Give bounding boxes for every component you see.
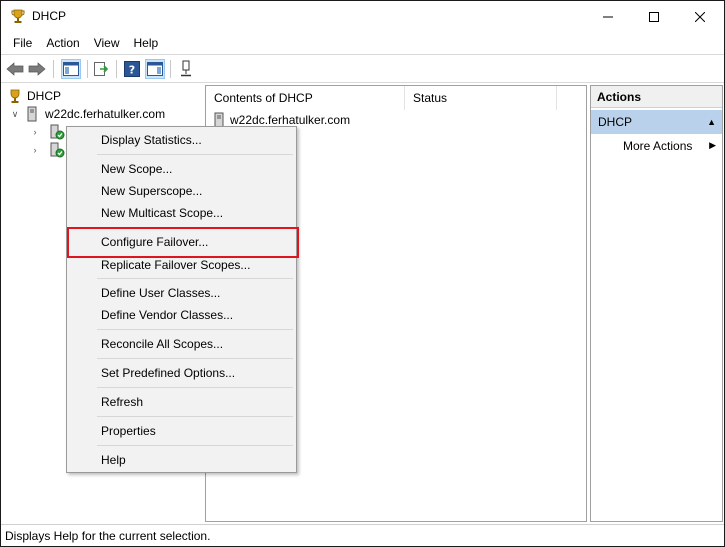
console-tree-icon: [63, 62, 79, 76]
status-bar: Displays Help for the current selection.: [1, 524, 724, 546]
plug-icon: [181, 60, 191, 77]
forward-arrow-icon: [28, 62, 46, 76]
actions-title: Actions: [591, 86, 722, 108]
tree-item-server[interactable]: ∨ w22dc.ferhatulker.com: [9, 105, 165, 123]
forward-button[interactable]: [27, 59, 47, 79]
menu-file[interactable]: File: [6, 32, 39, 54]
server-icon: [27, 106, 41, 122]
maximize-icon: [649, 11, 659, 22]
dhcp-icon: [7, 88, 23, 104]
menu-bar: File Action View Help: [1, 32, 724, 54]
menu-action[interactable]: Action: [39, 32, 86, 54]
toolbar-separator: [170, 60, 171, 78]
ctx-reconcile-all-scopes[interactable]: Reconcile All Scopes...: [101, 334, 223, 354]
ctx-define-vendor-classes[interactable]: Define Vendor Classes...: [101, 305, 233, 325]
export-list-button[interactable]: [91, 59, 111, 79]
export-icon: [94, 62, 109, 76]
more-actions-link[interactable]: More Actions: [623, 138, 692, 154]
toolbar-separator: [116, 60, 117, 78]
title-bar: DHCP: [1, 1, 724, 32]
submenu-arrow-icon: ▶: [709, 140, 716, 150]
collapse-up-icon[interactable]: ▲: [707, 110, 716, 134]
column-header-status[interactable]: Status: [405, 86, 557, 110]
menu-separator: [97, 278, 293, 279]
close-icon: [695, 11, 705, 22]
ctx-display-statistics[interactable]: Display Statistics...: [101, 130, 202, 150]
chevron-right-icon[interactable]: ›: [29, 126, 41, 138]
tree-label: DHCP: [27, 89, 62, 103]
tree-label: w22dc.ferhatulker.com: [45, 107, 166, 121]
list-item-label: w22dc.ferhatulker.com: [230, 113, 351, 127]
minimize-icon: [603, 16, 613, 17]
toolbar-separator: [53, 60, 54, 78]
actions-section-dhcp[interactable]: DHCP ▲: [591, 110, 722, 134]
back-button[interactable]: [5, 59, 25, 79]
ctx-set-predefined-options[interactable]: Set Predefined Options...: [101, 363, 235, 383]
column-header-contents[interactable]: Contents of DHCP: [206, 86, 405, 110]
menu-separator: [97, 387, 293, 388]
maximize-button[interactable]: [631, 1, 677, 32]
svg-text:?: ?: [129, 64, 135, 77]
trophy-icon: [10, 8, 26, 24]
menu-separator: [97, 358, 293, 359]
actions-pane: Actions DHCP ▲ More Actions ▶: [590, 85, 723, 522]
server-connect-button[interactable]: [176, 59, 196, 79]
show-hide-tree-button[interactable]: [61, 59, 81, 79]
ctx-help[interactable]: Help: [101, 450, 126, 470]
ipv4-icon: [49, 124, 65, 140]
menu-separator: [97, 154, 293, 155]
menu-help[interactable]: Help: [127, 32, 166, 54]
ctx-replicate-failover-scopes[interactable]: Replicate Failover Scopes...: [101, 255, 250, 275]
tree-item-ipv6[interactable]: ›: [29, 141, 65, 159]
ctx-new-multicast-scope[interactable]: New Multicast Scope...: [101, 203, 223, 223]
minimize-button[interactable]: [585, 1, 631, 32]
menu-separator: [97, 416, 293, 417]
back-arrow-icon: [6, 62, 24, 76]
chevron-right-icon[interactable]: ›: [29, 144, 41, 156]
toolbar: ?: [1, 54, 724, 83]
action-pane-icon: [147, 62, 163, 76]
highlight-annotation-box: [67, 227, 299, 258]
help-button[interactable]: ?: [122, 59, 142, 79]
ctx-new-superscope[interactable]: New Superscope...: [101, 181, 202, 201]
toolbar-separator: [87, 60, 88, 78]
ctx-properties[interactable]: Properties: [101, 421, 156, 441]
ctx-refresh[interactable]: Refresh: [101, 392, 143, 412]
chevron-down-icon[interactable]: ∨: [9, 108, 21, 120]
show-hide-action-pane-button[interactable]: [145, 59, 165, 79]
ctx-define-user-classes[interactable]: Define User Classes...: [101, 283, 220, 303]
ipv6-icon: [49, 142, 65, 158]
ctx-new-scope[interactable]: New Scope...: [101, 159, 172, 179]
close-button[interactable]: [677, 1, 723, 32]
menu-separator: [97, 329, 293, 330]
help-icon: ?: [124, 61, 140, 77]
menu-view[interactable]: View: [87, 32, 127, 54]
actions-section-label: DHCP: [598, 115, 633, 129]
tree-item-ipv4[interactable]: ›: [29, 123, 65, 141]
tree-item-dhcp-root[interactable]: DHCP: [7, 87, 61, 105]
window-title: DHCP: [32, 9, 67, 23]
context-menu: Display Statistics... New Scope... New S…: [66, 126, 297, 473]
menu-separator: [97, 445, 293, 446]
